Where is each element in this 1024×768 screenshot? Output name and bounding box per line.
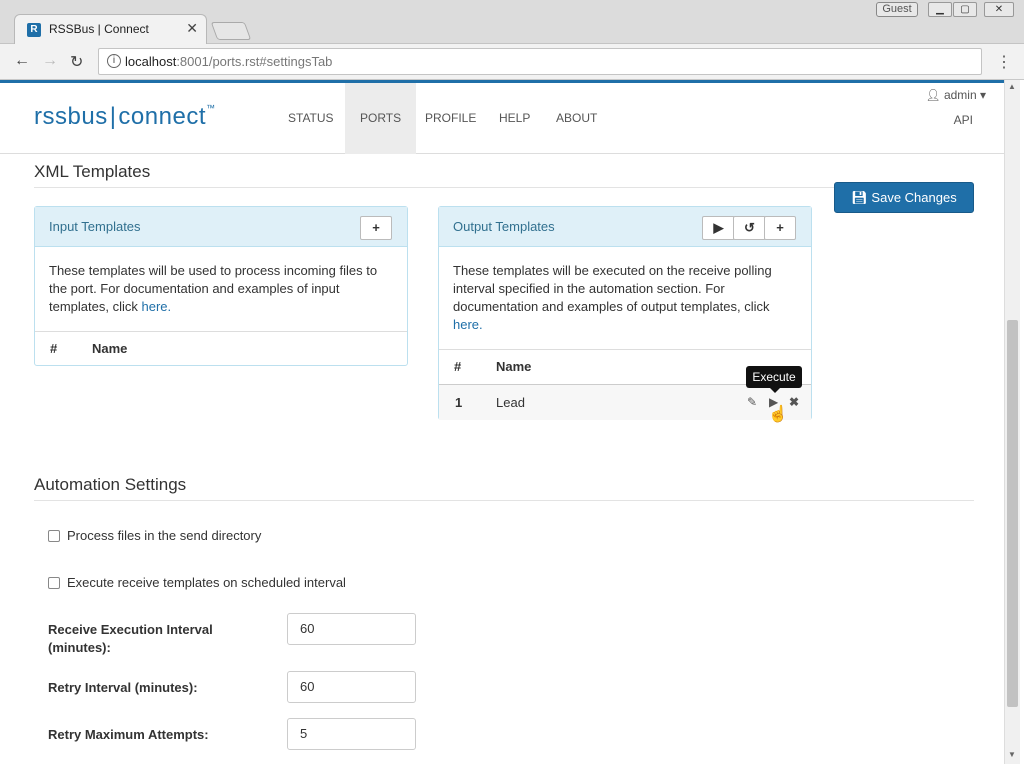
- browser-menu-icon[interactable]: ⋮: [996, 52, 1012, 72]
- output-panel-title: Output Templates: [453, 219, 555, 234]
- retry-max-input[interactable]: 5: [287, 718, 416, 750]
- checkbox-label: Execute receive templates on scheduled i…: [67, 575, 346, 590]
- info-icon[interactable]: i: [107, 54, 121, 68]
- save-label: Save Changes: [871, 190, 957, 205]
- scroll-thumb[interactable]: [1007, 320, 1018, 707]
- process-send-checkbox[interactable]: [48, 530, 60, 542]
- col-number-header: #: [454, 359, 462, 374]
- divider: [35, 331, 407, 332]
- url-text[interactable]: localhost:8001/ports.rst#settingsTab: [125, 54, 332, 69]
- execute-receive-option[interactable]: Execute receive templates on scheduled i…: [48, 575, 346, 590]
- maximize-icon[interactable]: ▢: [953, 2, 977, 17]
- app-header: rssbus|connect™ STATUS PORTS PROFILE HEL…: [0, 80, 1004, 154]
- caret-down-icon: ▾: [979, 88, 986, 102]
- execute-receive-checkbox[interactable]: [48, 577, 60, 589]
- input-desc-line: the port. For documentation and examples…: [49, 281, 340, 296]
- close-window-icon[interactable]: ✕: [984, 2, 1014, 17]
- output-docs-link[interactable]: here.: [453, 316, 772, 334]
- output-desc-line: documentation and examples of output tem…: [453, 299, 770, 314]
- guest-profile-button[interactable]: Guest: [876, 2, 918, 17]
- col-number-header: #: [50, 341, 58, 356]
- tooltip-arrow: [770, 388, 780, 393]
- section-divider: [34, 187, 974, 188]
- retry-interval-label: Retry Interval (minutes):: [48, 680, 198, 695]
- floppy-disk-icon: 💾︎: [851, 190, 868, 205]
- nav-about[interactable]: ABOUT: [541, 83, 612, 154]
- nav-api[interactable]: API: [954, 113, 973, 127]
- reload-icon[interactable]: ↻: [70, 52, 83, 72]
- automation-settings-title: Automation Settings: [34, 475, 187, 494]
- rssbus-favicon-icon: R: [27, 23, 41, 37]
- logo-left: rssbus: [34, 103, 108, 130]
- refresh-button[interactable]: ↺: [733, 216, 766, 240]
- divider: [439, 349, 811, 350]
- browser-tab[interactable]: R RSSBus | Connect ✕: [14, 14, 207, 45]
- checkbox-label: Process files in the send directory: [67, 528, 262, 543]
- save-changes-button[interactable]: 💾︎ Save Changes: [834, 182, 974, 213]
- close-tab-icon[interactable]: ✕: [186, 20, 198, 37]
- input-templates-panel: Input Templates + These templates will b…: [34, 206, 408, 366]
- process-send-directory-option[interactable]: Process files in the send directory: [48, 528, 261, 543]
- output-panel-header: Output Templates ▶ ↺ +: [439, 207, 811, 247]
- input-desc-line: These templates will be used to process …: [49, 263, 378, 278]
- address-bar[interactable]: i localhost:8001/ports.rst#settingsTab: [98, 48, 982, 75]
- col-name-header: Name: [92, 341, 128, 356]
- label-line: (minutes):: [48, 640, 111, 655]
- col-name-header: Name: [496, 359, 532, 374]
- new-tab-button[interactable]: [210, 22, 252, 40]
- url-path: :8001/ports.rst#settingsTab: [176, 54, 333, 69]
- input-panel-title: Input Templates: [49, 219, 141, 234]
- rssbus-connect-logo[interactable]: rssbus|connect™: [34, 103, 215, 131]
- browser-toolbar: ← → ↻ i localhost:8001/ports.rst#setting…: [0, 44, 1024, 80]
- add-output-template-button[interactable]: +: [764, 216, 796, 240]
- receive-interval-label: Receive Execution Interval (minutes):: [48, 621, 213, 657]
- nav-status[interactable]: STATUS: [273, 83, 349, 154]
- input-docs-link[interactable]: here.: [141, 299, 171, 314]
- add-input-template-button[interactable]: +: [360, 216, 392, 240]
- user-menu[interactable]: 👤︎ admin ▾: [925, 88, 986, 102]
- nav-profile[interactable]: PROFILE: [410, 83, 491, 154]
- scroll-down-icon[interactable]: ▼: [1008, 750, 1016, 759]
- input-panel-description: These templates will be used to process …: [49, 262, 377, 316]
- browser-titlebar: R RSSBus | Connect ✕ Guest ▁ ▢ ✕: [0, 0, 1024, 45]
- logo-right: connect: [118, 103, 206, 130]
- table-row[interactable]: 1 Lead ✎ ▶ ✖: [439, 385, 811, 420]
- section-divider: [34, 500, 974, 501]
- retry-max-label: Retry Maximum Attempts:: [48, 727, 209, 742]
- back-arrow-icon[interactable]: ←: [14, 52, 30, 70]
- retry-interval-input[interactable]: 60: [287, 671, 416, 703]
- logo-tm: ™: [205, 103, 216, 113]
- url-host: localhost: [125, 54, 177, 69]
- output-desc-line: interval specified in the automation sec…: [453, 281, 725, 296]
- xml-templates-title: XML Templates: [34, 162, 151, 181]
- label-line: Receive Execution Interval: [48, 622, 213, 637]
- nav-ports[interactable]: PORTS: [345, 83, 417, 154]
- output-desc-line: These templates will be executed on the …: [453, 263, 772, 278]
- forward-arrow-icon[interactable]: →: [42, 52, 58, 70]
- user-icon: 👤︎: [925, 88, 941, 102]
- execute-tooltip: Execute: [746, 366, 802, 388]
- page-scrollbar[interactable]: ▲ ▼: [1004, 80, 1020, 764]
- execute-all-button[interactable]: ▶: [702, 216, 735, 240]
- tab-title: RSSBus | Connect: [49, 22, 149, 36]
- hand-cursor-icon: ☝: [768, 406, 788, 423]
- row-name: Lead: [496, 395, 525, 410]
- delete-icon[interactable]: ✖: [789, 395, 799, 409]
- scroll-up-icon[interactable]: ▲: [1008, 82, 1016, 91]
- input-panel-header: Input Templates +: [35, 207, 407, 247]
- edit-icon[interactable]: ✎: [747, 395, 757, 409]
- row-number: 1: [455, 395, 463, 410]
- input-desc-line: templates, click: [49, 299, 142, 314]
- nav-help[interactable]: HELP: [484, 83, 545, 154]
- user-name: admin: [943, 88, 977, 102]
- minimize-icon[interactable]: ▁: [928, 2, 952, 17]
- receive-interval-input[interactable]: 60: [287, 613, 416, 645]
- output-panel-description: These templates will be executed on the …: [453, 262, 772, 334]
